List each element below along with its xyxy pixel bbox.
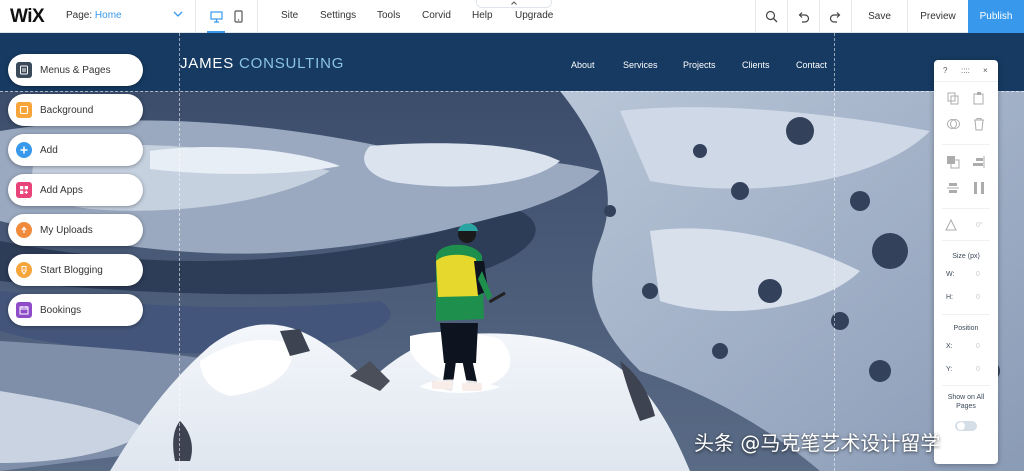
close-button[interactable]: ×: [983, 66, 988, 75]
distribute-icon[interactable]: [946, 181, 960, 195]
help-button[interactable]: ?: [943, 66, 947, 75]
width-input[interactable]: 0: [976, 271, 980, 278]
desktop-icon: [209, 10, 223, 23]
chevron-up-icon: [511, 1, 517, 5]
match-size-icon[interactable]: [972, 181, 986, 195]
menus-pages-button[interactable]: Menus & Pages: [8, 54, 143, 86]
y-input[interactable]: 0: [976, 366, 980, 373]
nav-clients[interactable]: Clients: [742, 60, 770, 70]
height-input[interactable]: 0: [976, 294, 980, 301]
page-selector-value: Home: [94, 10, 122, 21]
site-brand-title[interactable]: JAMES CONSULTING: [180, 55, 344, 72]
save-button[interactable]: Save: [851, 0, 907, 33]
menu-corvid[interactable]: Corvid: [422, 10, 451, 21]
nav-contact[interactable]: Contact: [796, 60, 827, 70]
paste-icon[interactable]: [972, 91, 986, 105]
tools-divider: [942, 314, 990, 315]
background-button[interactable]: Background: [8, 94, 143, 126]
nav-services[interactable]: Services: [623, 60, 658, 70]
drag-handle[interactable]: ::::: [961, 66, 970, 75]
my-uploads-label: My Uploads: [40, 224, 93, 236]
publish-button[interactable]: Publish: [968, 0, 1024, 33]
undo-icon: [798, 11, 810, 23]
my-uploads-button[interactable]: My Uploads: [8, 214, 143, 246]
preview-button[interactable]: Preview: [907, 0, 968, 33]
desktop-view-button[interactable]: [204, 0, 228, 33]
copy-icon[interactable]: [946, 91, 960, 105]
tools-divider: [942, 385, 990, 386]
show-on-all-pages-label: Show on All Pages: [947, 394, 985, 410]
size-label: Size (px): [952, 253, 980, 260]
bookings-label: Bookings: [40, 304, 82, 316]
menu-site[interactable]: Site: [281, 10, 298, 21]
start-blogging-button[interactable]: Start Blogging: [8, 254, 143, 286]
add-apps-icon: [16, 182, 32, 198]
add-label: Add: [40, 144, 58, 156]
menus-pages-icon: [16, 62, 32, 78]
hero-image[interactable]: [0, 91, 1024, 471]
toolbar-divider: [257, 0, 258, 33]
menu-settings[interactable]: Settings: [320, 10, 356, 21]
bookings-icon: [16, 302, 32, 318]
background-label: Background: [40, 104, 94, 116]
add-apps-label: Add Apps: [40, 184, 83, 196]
start-blogging-label: Start Blogging: [40, 264, 103, 276]
mobile-view-button[interactable]: [226, 0, 250, 33]
rotate-icon[interactable]: [944, 218, 958, 232]
rotation-value[interactable]: 0°: [976, 222, 983, 229]
y-label: Y:: [946, 366, 953, 373]
watermark-text: 头条 @马克笔艺术设计留学: [694, 431, 941, 455]
show-on-all-pages-toggle[interactable]: [954, 420, 978, 432]
brand-name-first: JAMES: [180, 55, 239, 72]
tools-divider: [942, 208, 990, 209]
chevron-down-icon: [173, 10, 183, 21]
x-label: X:: [946, 343, 953, 350]
delete-icon[interactable]: [972, 117, 986, 131]
undo-button[interactable]: [787, 0, 819, 33]
redo-icon: [829, 11, 841, 23]
editor-grid-guide: [179, 33, 180, 471]
align-right-icon[interactable]: [972, 155, 986, 169]
menus-pages-label: Menus & Pages: [40, 64, 111, 76]
nav-about[interactable]: About: [571, 60, 595, 70]
add-icon: [16, 142, 32, 158]
add-button[interactable]: Add: [8, 134, 143, 166]
my-uploads-icon: [16, 222, 32, 238]
element-tools-panel: ? :::: × 0° Size (px) W: 0 H: 0 Position…: [934, 60, 998, 464]
tools-divider: [942, 240, 990, 241]
nav-projects[interactable]: Projects: [683, 60, 716, 70]
arrange-icon[interactable]: [946, 155, 960, 169]
start-blogging-icon: [16, 262, 32, 278]
redo-button[interactable]: [819, 0, 851, 33]
menu-tools[interactable]: Tools: [377, 10, 400, 21]
menu-upgrade[interactable]: Upgrade: [515, 10, 553, 21]
tools-divider: [942, 144, 990, 145]
duplicate-icon[interactable]: [946, 117, 960, 131]
x-input[interactable]: 0: [976, 343, 980, 350]
wix-logo[interactable]: WiX: [10, 6, 45, 28]
add-apps-button[interactable]: Add Apps: [8, 174, 143, 206]
page-selector-label: Page:: [66, 10, 95, 21]
editor-header-guide: [0, 91, 1024, 92]
mobile-icon: [233, 10, 243, 23]
menu-help[interactable]: Help: [472, 10, 493, 21]
brand-name-second: CONSULTING: [238, 55, 345, 72]
editor-grid-guide: [834, 33, 835, 471]
collapse-toolbar-tab[interactable]: [476, 0, 552, 8]
height-label: H:: [946, 294, 953, 301]
page-selector[interactable]: Page: Home: [55, 0, 196, 33]
tools-panel-header: ? :::: ×: [934, 60, 998, 82]
background-icon: [16, 102, 32, 118]
bookings-button[interactable]: Bookings: [8, 294, 143, 326]
width-label: W:: [946, 271, 955, 278]
search-icon: [765, 10, 778, 23]
zoom-button[interactable]: [755, 0, 787, 33]
position-label: Position: [953, 325, 979, 332]
site-header[interactable]: JAMES CONSULTING About Services Projects…: [0, 33, 1024, 91]
